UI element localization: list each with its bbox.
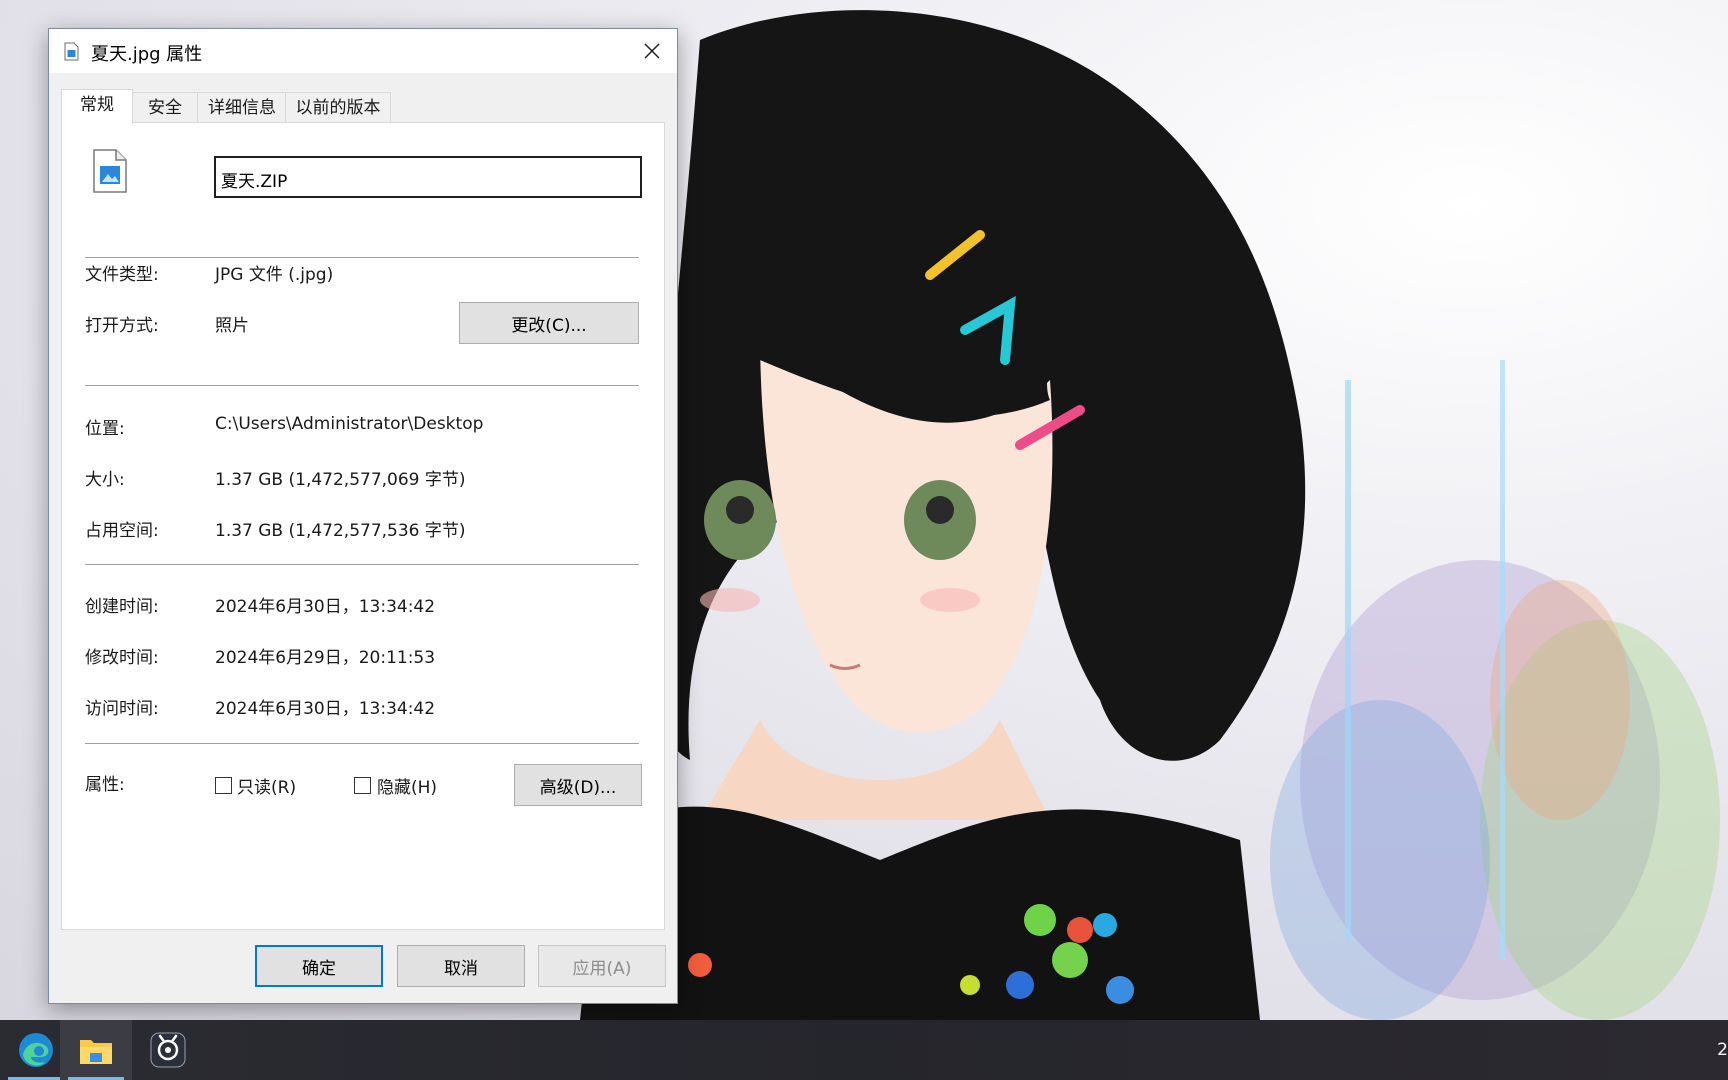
open-with-value: 照片 [215,316,249,336]
modified-label: 修改时间: [85,648,159,668]
image-file-large-icon [93,149,127,193]
file-type-label: 文件类型: [85,265,159,285]
accessed-value: 2024年6月30日，13:34:42 [215,699,436,719]
tab-details[interactable]: 详细信息 [197,92,287,123]
taskbar-file-explorer[interactable] [60,1020,132,1080]
taskbar-clock-partial[interactable]: 2 [1717,1040,1728,1060]
taskbar: 2 [0,1020,1728,1080]
dialog-title: 夏天.jpg 属性 [91,44,203,65]
created-label: 创建时间: [85,597,159,617]
attributes-label: 属性: [85,775,125,795]
file-name-input[interactable] [214,156,642,198]
capture-app-icon [150,1032,186,1068]
created-value: 2024年6月30日，13:34:42 [215,597,436,617]
size-value: 1.37 GB (1,472,577,069 字节) [215,470,466,490]
image-file-icon [64,42,79,61]
tab-previous-versions[interactable]: 以前的版本 [285,92,391,123]
ok-button[interactable]: 确定 [255,945,383,987]
accessed-label: 访问时间: [85,699,159,719]
cancel-button[interactable]: 取消 [397,945,525,987]
file-type-value: JPG 文件 (.jpg) [215,265,334,285]
hidden-label[interactable]: 隐藏(H) [377,773,437,798]
separator [85,564,639,565]
tab-strip: 常规 安全 详细信息 以前的版本 [61,89,665,124]
hidden-checkbox[interactable] [354,777,371,794]
taskbar-capture-app[interactable] [132,1020,204,1080]
general-panel: 文件类型: JPG 文件 (.jpg) 打开方式: 照片 更改(C)... 位置… [61,122,665,930]
location-label: 位置: [85,419,125,439]
advanced-button[interactable]: 高级(D)... [514,764,642,806]
size-on-disk-value: 1.37 GB (1,472,577,536 字节) [215,521,466,541]
size-label: 大小: [85,470,125,490]
separator [85,743,639,744]
open-with-label: 打开方式: [85,316,159,336]
readonly-checkbox[interactable] [215,777,232,794]
edge-icon [19,1033,53,1067]
close-button[interactable] [627,29,677,73]
dialog-titlebar[interactable]: 夏天.jpg 属性 [49,29,677,73]
size-on-disk-label: 占用空间: [85,521,159,541]
readonly-label[interactable]: 只读(R) [237,773,296,798]
apply-button[interactable]: 应用(A) [538,945,666,987]
location-value: C:\Users\Administrator\Desktop [215,414,484,434]
tab-security[interactable]: 安全 [131,92,199,123]
separator [85,257,639,258]
properties-dialog: 夏天.jpg 属性 常规 安全 详细信息 以前的版本 文件类型: JPG 文件 … [48,28,678,1004]
modified-value: 2024年6月29日，20:11:53 [215,648,436,668]
file-explorer-icon [80,1040,112,1064]
change-button[interactable]: 更改(C)... [459,302,639,344]
close-icon [644,43,660,59]
tab-general[interactable]: 常规 [61,89,133,124]
separator [85,385,639,386]
